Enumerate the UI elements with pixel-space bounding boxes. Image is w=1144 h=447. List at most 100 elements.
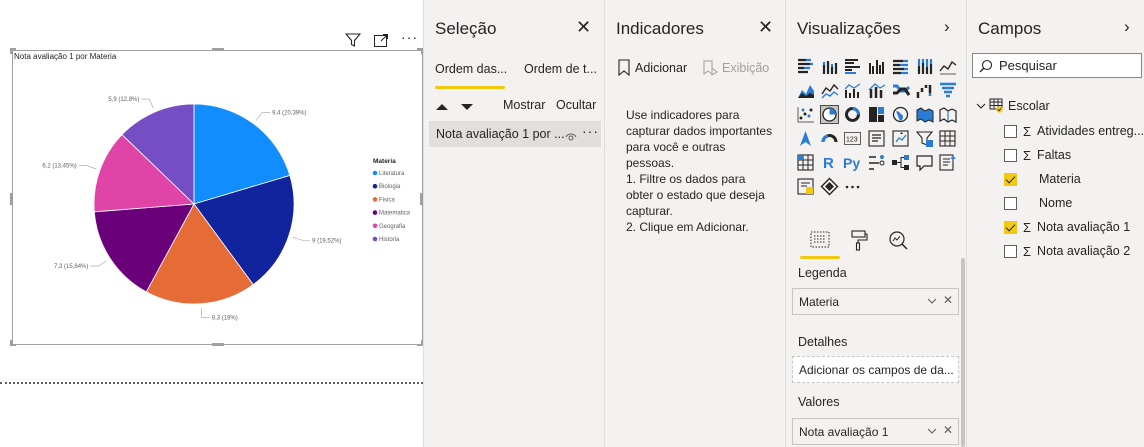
values-well[interactable]: Nota avaliação 1 ✕ [792, 418, 959, 445]
waterfall-chart-icon[interactable] [915, 81, 934, 100]
field-checkbox[interactable] [1004, 172, 1017, 186]
qa-visual-icon[interactable] [915, 153, 934, 172]
decomposition-tree-icon[interactable] [891, 153, 910, 172]
remove-field-icon[interactable]: ✕ [943, 423, 953, 437]
pie-chart-icon[interactable] [819, 105, 839, 124]
tab-tab-order[interactable]: Ordem de t... [524, 62, 597, 76]
field-checkbox[interactable] [1004, 220, 1017, 234]
line-stacked-column-icon[interactable] [867, 81, 886, 100]
move-down-icon[interactable] [460, 99, 474, 110]
legend-item[interactable]: Literatura [379, 171, 405, 177]
legend-item[interactable]: Matematica [379, 211, 411, 217]
multi-row-card-icon[interactable] [867, 129, 886, 148]
chevron-down-icon[interactable] [926, 425, 938, 437]
smart-narrative-icon[interactable] [938, 153, 957, 172]
resize-handle[interactable] [212, 343, 224, 346]
more-options-icon[interactable]: ··· [582, 123, 599, 139]
slicer-icon[interactable] [915, 129, 934, 148]
matrix-icon[interactable] [796, 153, 815, 172]
map-icon[interactable] [891, 105, 910, 124]
add-bookmark-button[interactable]: Adicionar [617, 59, 687, 76]
legend-item[interactable]: Historia [379, 237, 400, 243]
card-icon[interactable]: 123 [843, 129, 862, 148]
chevron-right-icon[interactable]: › [1124, 17, 1130, 37]
donut-chart-icon[interactable] [843, 105, 862, 124]
close-icon[interactable]: ✕ [758, 17, 773, 37]
hide-all-button[interactable]: Ocultar [556, 98, 596, 112]
stacked-area-chart-icon[interactable] [820, 81, 839, 100]
field-item[interactable]: Σ Nota avaliação 1 [1004, 217, 1130, 237]
tab-layer-order[interactable]: Ordem das... [435, 62, 507, 76]
format-tab-icon[interactable] [849, 229, 869, 251]
stacked-bar-chart-icon[interactable] [796, 57, 815, 76]
scatter-chart-icon[interactable] [796, 105, 815, 124]
table-icon[interactable] [938, 129, 957, 148]
resize-handle[interactable] [10, 48, 16, 54]
resize-handle[interactable] [10, 193, 13, 205]
stacked-column-chart-icon[interactable] [820, 57, 839, 76]
field-checkbox[interactable] [1004, 124, 1017, 138]
paginated-report-icon[interactable] [796, 177, 815, 196]
resize-handle[interactable] [212, 48, 224, 51]
line-clustered-column-icon[interactable] [843, 81, 862, 100]
table-node[interactable]: Escolar [975, 98, 1050, 113]
field-item[interactable]: Σ Atividades entreg... [1004, 121, 1144, 141]
report-canvas[interactable]: ··· Nota avaliação 1 por Materia 9,4 (20… [0, 0, 423, 447]
stacked-column-100-icon[interactable] [915, 57, 934, 76]
azure-map-icon[interactable] [796, 129, 815, 148]
focus-mode-icon[interactable] [373, 32, 389, 48]
move-up-icon[interactable] [435, 99, 449, 110]
area-chart-icon[interactable] [796, 81, 815, 100]
legend-well[interactable]: Materia ✕ [792, 288, 959, 315]
shape-map-icon[interactable] [938, 105, 957, 124]
selection-pane: Seleção ✕ Ordem das... Ordem de t... Mos… [423, 0, 604, 447]
funnel-chart-icon[interactable] [938, 81, 957, 100]
clustered-column-chart-icon[interactable] [867, 57, 886, 76]
analytics-tab-icon[interactable] [887, 229, 909, 251]
chevron-down-icon[interactable] [926, 295, 938, 307]
selection-item[interactable]: Nota avaliação 1 por ... ··· [429, 121, 601, 147]
visual-filter-icon[interactable] [344, 32, 362, 48]
resize-handle[interactable] [10, 340, 16, 346]
field-item[interactable]: Materia [1004, 169, 1081, 189]
r-script-visual-icon[interactable]: R [820, 153, 839, 172]
details-well[interactable]: Adicionar os campos de da... [792, 356, 959, 383]
more-options-icon[interactable]: ··· [401, 30, 417, 45]
legend-item[interactable]: Fisica [379, 197, 395, 203]
gauge-icon[interactable] [820, 129, 839, 148]
python-visual-icon[interactable]: Py [843, 153, 862, 172]
line-chart-icon[interactable] [938, 57, 957, 76]
show-all-button[interactable]: Mostrar [503, 98, 545, 112]
legend-item[interactable]: Biologia [379, 184, 401, 190]
eye-icon[interactable] [565, 129, 577, 141]
clustered-bar-chart-icon[interactable] [843, 57, 862, 76]
chevron-down-icon[interactable] [975, 100, 987, 112]
legend-title: Materia [373, 158, 396, 165]
power-apps-icon[interactable] [820, 177, 839, 196]
chevron-right-icon[interactable]: › [944, 17, 950, 37]
add-label: Adicionar [635, 60, 688, 75]
field-item[interactable]: Σ Nota avaliação 2 [1004, 241, 1130, 261]
filled-map-icon[interactable] [915, 105, 934, 124]
pane-scrollbar[interactable] [961, 258, 965, 447]
field-item[interactable]: Σ Faltas [1004, 145, 1071, 165]
values-field-name: Nota avaliação 1 [799, 424, 889, 439]
pie-chart-visual[interactable]: Nota avaliação 1 por Materia 9,4 (20,39%… [12, 50, 423, 345]
kpi-icon[interactable] [891, 129, 910, 148]
field-checkbox[interactable] [1004, 244, 1017, 258]
fields-tab-icon[interactable] [809, 230, 831, 250]
view-bookmark-button[interactable]: Exibição [702, 59, 769, 76]
stacked-bar-100-icon[interactable] [891, 57, 910, 76]
ribbon-chart-icon[interactable] [891, 81, 911, 100]
field-checkbox[interactable] [1004, 196, 1017, 210]
more-visuals-icon[interactable] [843, 177, 862, 196]
legend-item[interactable]: Geografia [379, 224, 406, 230]
field-item[interactable]: Nome [1004, 193, 1072, 213]
field-checkbox[interactable] [1004, 148, 1017, 162]
field-label: Nome [1039, 196, 1073, 210]
treemap-icon[interactable] [867, 105, 886, 124]
key-influencers-icon[interactable] [867, 153, 886, 172]
remove-field-icon[interactable]: ✕ [943, 293, 953, 307]
search-box[interactable]: Pesquisar [972, 53, 1142, 78]
close-icon[interactable]: ✕ [576, 17, 591, 37]
